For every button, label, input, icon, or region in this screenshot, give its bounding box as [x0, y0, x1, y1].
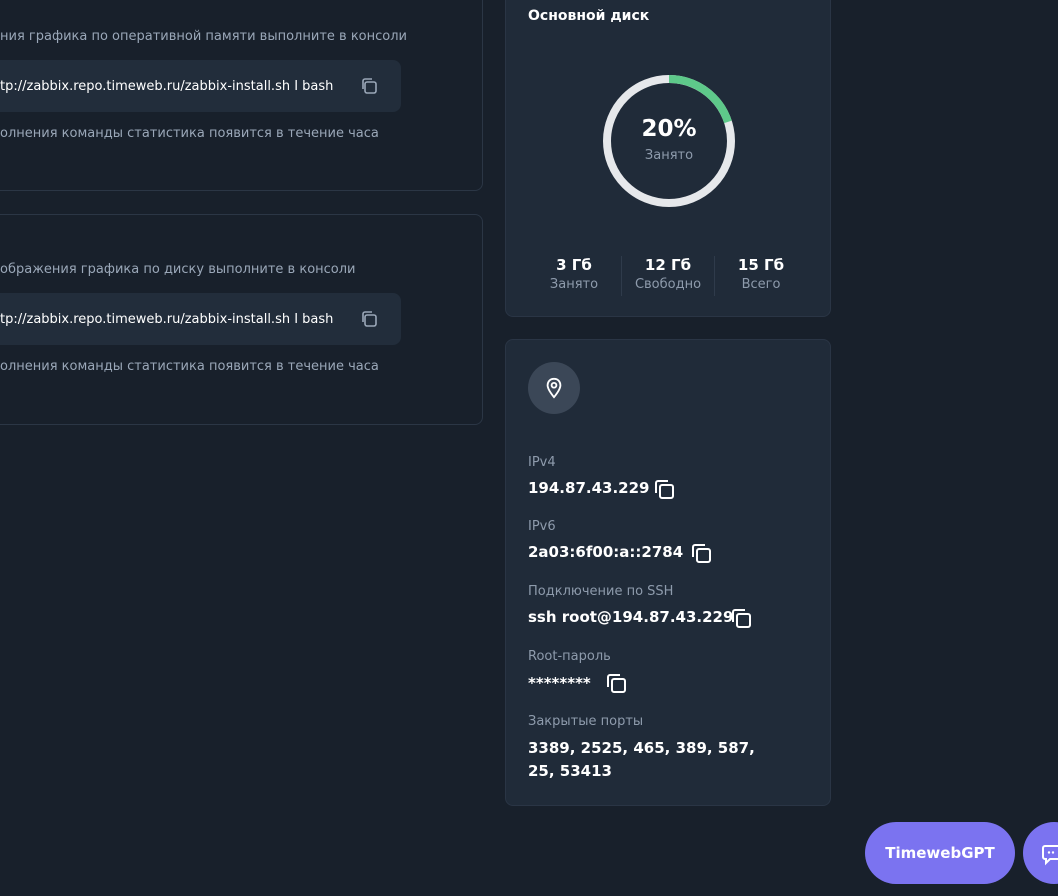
ipv6-label: IPv6 — [528, 519, 556, 534]
timeweb-gpt-button[interactable]: TimewebGPT — [865, 822, 1015, 884]
copy-icon[interactable] — [360, 77, 378, 95]
stat-total-value: 15 Гб — [737, 256, 785, 274]
copy-ipv6-icon[interactable] — [690, 542, 712, 564]
disk-percent-caption: Занято — [644, 148, 694, 163]
support-chat-button[interactable] — [1023, 822, 1058, 884]
ram-hint: ния графика по оперативной памяти выполн… — [0, 29, 407, 44]
stat-free-label: Свободно — [634, 277, 702, 292]
disk-command-text: tp://zabbix.repo.timeweb.ru/zabbix-insta… — [0, 311, 334, 327]
ram-command-text: tp://zabbix.repo.timeweb.ru/zabbix-insta… — [0, 78, 334, 94]
ram-note: олнения команды статистика появится в те… — [0, 126, 379, 141]
closed-ports-line1: 3389, 2525, 465, 389, 587, — [528, 739, 755, 757]
ipv4-value: 194.87.43.229 — [528, 479, 650, 497]
ipv4-label: IPv4 — [528, 455, 556, 470]
closed-ports-line2: 25, 53413 — [528, 762, 612, 780]
ram-command-box: tp://zabbix.repo.timeweb.ru/zabbix-insta… — [0, 60, 401, 112]
location-pin-icon — [546, 377, 562, 399]
stat-used-label: Занято — [549, 277, 599, 292]
copy-ssh-icon[interactable] — [730, 607, 752, 629]
chat-icon — [1042, 845, 1058, 866]
disk-command-box: tp://zabbix.repo.timeweb.ru/zabbix-insta… — [0, 293, 401, 345]
copy-ipv4-icon[interactable] — [653, 478, 675, 500]
root-password-value: ******** — [528, 674, 591, 692]
main-disk-title: Основной диск — [528, 8, 650, 24]
root-password-label: Root-пароль — [528, 649, 611, 664]
stat-total-label: Всего — [741, 277, 781, 292]
stat-free-value: 12 Гб — [644, 256, 692, 274]
ipv6-value: 2a03:6f00:a::2784 — [528, 543, 684, 561]
disk-note: олнения команды статистика появится в те… — [0, 359, 379, 374]
ssh-value: ssh root@194.87.43.229 — [528, 608, 734, 626]
copy-password-icon[interactable] — [605, 672, 627, 694]
disk-hint: ображения графика по диску выполните в к… — [0, 262, 356, 277]
closed-ports-label: Закрытые порты — [528, 714, 644, 729]
ssh-label: Подключение по SSH — [528, 584, 674, 599]
stat-used-value: 3 Гб — [556, 256, 592, 274]
location-badge — [528, 362, 580, 414]
copy-icon[interactable] — [360, 310, 378, 328]
disk-percent: 20% — [641, 116, 697, 142]
